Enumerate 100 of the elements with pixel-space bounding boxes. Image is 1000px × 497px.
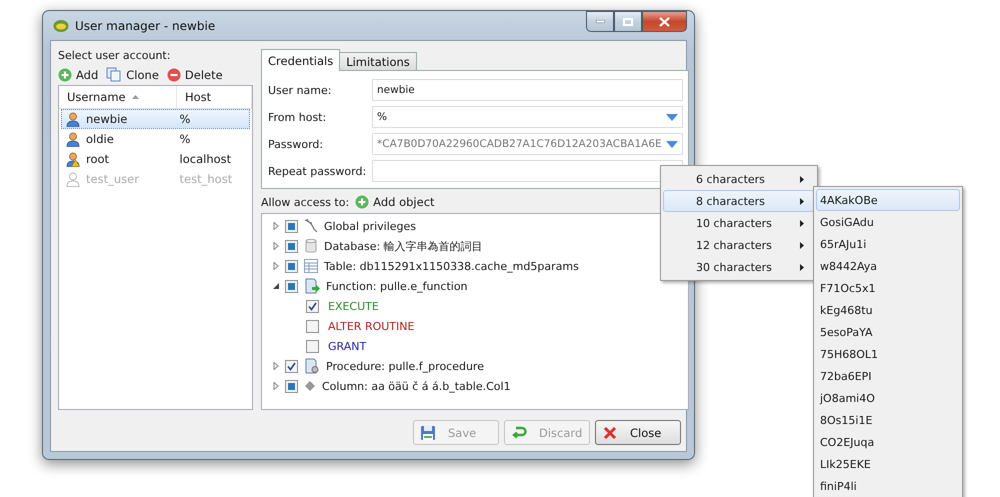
menu-item[interactable]: finiP4li xyxy=(816,475,960,497)
checkbox[interactable] xyxy=(306,340,319,352)
user-row[interactable]: root localhost xyxy=(61,149,250,169)
expand-icon[interactable] xyxy=(272,382,280,390)
add-object-button[interactable]: Add object xyxy=(355,195,435,209)
menu-item[interactable]: w8442Aya xyxy=(816,255,960,277)
tree-item[interactable]: Function: pulle.e_function xyxy=(326,280,468,292)
expand-icon[interactable] xyxy=(272,362,280,370)
tree-item[interactable]: Column: aa öäü č á á.b_table.Col1 xyxy=(322,380,511,392)
tree-item[interactable]: Table: db115291x1150338.cache_md5params xyxy=(324,260,579,272)
field-label: Repeat password: xyxy=(268,164,368,178)
tree-item[interactable]: Database: 輸入字串為首的詞目 xyxy=(324,238,483,254)
username: oldie xyxy=(86,132,114,146)
host: % xyxy=(180,112,190,126)
tab[interactable]: Credentials xyxy=(261,49,340,71)
user-warning-icon xyxy=(66,152,80,166)
checkbox[interactable] xyxy=(285,360,298,372)
menu-item[interactable]: GosiGAdu xyxy=(816,211,960,233)
privilege-label[interactable]: ALTER ROUTINE xyxy=(328,320,414,332)
host: localhost xyxy=(180,152,232,166)
minimize-button[interactable] xyxy=(586,11,614,32)
table-icon xyxy=(303,258,319,274)
plus-icon xyxy=(58,68,72,82)
host: test_host xyxy=(180,172,232,186)
minus-icon xyxy=(166,68,181,82)
expand-icon[interactable] xyxy=(272,242,280,250)
database-icon xyxy=(303,238,319,254)
menu-item[interactable]: 6 characters xyxy=(663,168,815,190)
script-gear-icon xyxy=(303,358,321,374)
menu-item[interactable]: 8 characters xyxy=(663,190,815,212)
menu-item[interactable]: F71Oc5x1 xyxy=(816,277,960,299)
user-row[interactable]: oldie % xyxy=(61,129,250,149)
submenu-arrow-icon xyxy=(800,176,804,182)
input-field[interactable]: newbie xyxy=(372,79,683,101)
combo-box[interactable]: % xyxy=(372,106,683,128)
submenu-arrow-icon xyxy=(800,264,804,270)
undo-arrow-icon xyxy=(511,424,527,440)
expand-icon[interactable] xyxy=(272,262,280,270)
add-button[interactable]: Add xyxy=(58,67,98,82)
close-button[interactable]: Close xyxy=(595,420,681,445)
delete-button[interactable]: Delete xyxy=(166,67,223,82)
checkbox[interactable] xyxy=(285,280,298,292)
user-icon xyxy=(66,172,80,186)
menu-item[interactable]: 72ba6EPI xyxy=(816,365,960,387)
checkbox[interactable] xyxy=(285,240,298,252)
field-label: Password: xyxy=(268,138,324,150)
menu-item[interactable]: 65rAJu1i xyxy=(816,233,960,255)
window-close-button[interactable] xyxy=(642,11,687,32)
user-icon xyxy=(66,112,80,126)
clone-button[interactable]: Clone xyxy=(106,67,159,82)
menu-item[interactable]: 12 characters xyxy=(663,234,815,256)
minimize-icon xyxy=(596,20,604,23)
expand-icon[interactable] xyxy=(272,222,280,230)
menu-item[interactable]: 4AKakOBe xyxy=(816,189,960,211)
checkbox[interactable] xyxy=(306,320,319,332)
submenu-arrow-icon xyxy=(800,242,804,248)
checkbox[interactable] xyxy=(285,260,298,272)
menu-item[interactable]: 10 characters xyxy=(663,212,815,234)
collapse-icon[interactable] xyxy=(272,282,280,290)
username: test_user xyxy=(86,172,139,186)
checkbox[interactable] xyxy=(285,220,298,232)
script-run-icon xyxy=(303,278,321,294)
combo-box[interactable]: *CA7B0D70A22960CADB27A1C76D12A203ACBA1A6E xyxy=(372,133,683,155)
menu-item[interactable]: jO8ami4O xyxy=(816,387,960,409)
checkbox[interactable] xyxy=(285,380,298,392)
tab[interactable]: Limitations xyxy=(339,52,417,71)
menu-item[interactable]: LIk25EKE xyxy=(816,453,960,475)
submenu-arrow-icon xyxy=(800,220,804,226)
column-header[interactable]: Host xyxy=(177,86,252,108)
privilege-label[interactable]: EXECUTE xyxy=(328,300,379,312)
menu-item[interactable]: 8Os15i1E xyxy=(816,409,960,431)
host: % xyxy=(180,132,190,146)
menu-item[interactable]: kEg468tu xyxy=(816,299,960,321)
user-icon xyxy=(66,132,80,146)
window-title: User manager - newbie xyxy=(75,18,216,32)
plus-icon xyxy=(355,195,370,209)
close-icon xyxy=(659,16,670,26)
diamond-icon xyxy=(303,379,317,393)
tree-item[interactable]: Global privileges xyxy=(324,220,416,232)
menu-item[interactable]: 5esoPaYA xyxy=(816,321,960,343)
close-icon xyxy=(602,424,618,440)
field-label: From host: xyxy=(268,110,328,124)
menu-item[interactable]: 75H68OL1 xyxy=(816,343,960,365)
username: newbie xyxy=(86,112,128,126)
column-header[interactable]: Username xyxy=(59,86,177,108)
copy-icon xyxy=(106,67,122,82)
username: root xyxy=(86,152,110,166)
dropdown-arrow-icon xyxy=(666,140,678,148)
input-field[interactable] xyxy=(372,160,683,182)
menu-item[interactable]: CO2EJuqa xyxy=(816,431,960,453)
tree-item[interactable]: Procedure: pulle.f_procedure xyxy=(326,360,484,372)
user-row[interactable]: newbie % xyxy=(61,109,250,129)
account-list-label: Select user account: xyxy=(58,49,172,62)
maximize-icon xyxy=(623,18,633,26)
access-label: Allow access to: xyxy=(261,196,350,208)
menu-item[interactable]: 30 characters xyxy=(663,256,815,278)
checkbox[interactable] xyxy=(306,300,319,312)
privilege-label[interactable]: GRANT xyxy=(328,340,366,352)
maximize-button[interactable] xyxy=(614,11,642,32)
dropdown-arrow-icon xyxy=(666,114,678,120)
